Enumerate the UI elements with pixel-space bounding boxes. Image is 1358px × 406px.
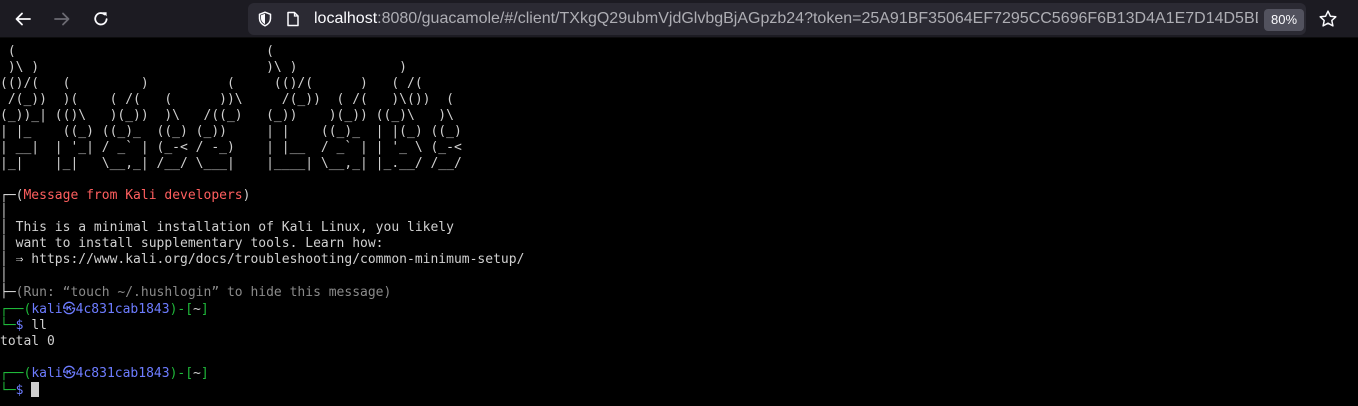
command-text: ll — [31, 318, 47, 333]
terminal-screen[interactable]: ( ( )\ ) )\ ) ) (()/( ( ) ( (()/( ) ( /(… — [0, 38, 1358, 406]
ascii-art-line: |_| |_| \__,_| /__/ \___| |____| \__,_| … — [0, 156, 462, 171]
ascii-art-line: ( ( — [0, 44, 274, 59]
prompt-dollar: $ — [15, 318, 24, 333]
prompt-host: 4c831cab1843 — [75, 302, 170, 317]
hushlogin-hint: (Run: “touch ~/.hushlogin” to hide this … — [15, 285, 392, 300]
star-icon[interactable] — [1318, 9, 1338, 29]
message-link[interactable]: ⇒ https://www.kali.org/docs/troubleshoot… — [16, 252, 525, 267]
box-corner-top: ┌─( — [0, 188, 24, 203]
box-side: │ — [0, 236, 8, 251]
shield-icon[interactable] — [257, 11, 273, 27]
box-corner-bottom: └─ — [0, 285, 16, 300]
prompt-line-top: ┌──(kali㉿4c831cab1843)-[~] — [0, 366, 209, 382]
prompt-separator: )-[ — [169, 302, 194, 317]
ascii-art-line: | |_ ((_) ((_)_ ((_) (_)) | | ((_)_ | |(… — [0, 124, 462, 139]
box-side: │ — [0, 220, 8, 235]
message-line: │ ⇒ https://www.kali.org/docs/troublesho… — [0, 252, 524, 268]
back-arrow-icon — [15, 12, 31, 26]
url-bar[interactable]: localhost:8080/guacamole/#/client/TXkgQ2… — [248, 3, 1306, 35]
prompt-at-symbol: ㉿ — [62, 302, 76, 317]
box-side: │ — [0, 204, 8, 219]
ascii-art-line: )\ ) )\ ) ) — [0, 60, 407, 75]
prompt-host: 4c831cab1843 — [75, 366, 170, 381]
prompt-line-top: ┌──(kali㉿4c831cab1843)-[~] — [0, 302, 209, 318]
zoom-level-button[interactable]: 80% — [1264, 9, 1304, 31]
box-paren-close: ) — [242, 188, 251, 203]
prompt-dollar: $ — [15, 383, 24, 398]
message-line: │ This is a minimal installation of Kali… — [0, 220, 454, 236]
url-text[interactable]: localhost:8080/guacamole/#/client/TXkgQ2… — [314, 3, 1258, 35]
page-icon[interactable] — [286, 11, 300, 27]
prompt-user: kali — [31, 366, 63, 381]
box-side: │ — [0, 252, 8, 267]
back-button[interactable] — [8, 5, 38, 33]
prompt-user: kali — [31, 302, 63, 317]
ascii-art-line: | __| | '_| / _` | (_-< / -_) | |__ / _`… — [0, 140, 462, 155]
prompt-corner-bottom: └─ — [0, 383, 16, 398]
command-output: total 0 — [0, 334, 55, 349]
message-line: │ want to install supplementary tools. L… — [0, 236, 384, 252]
terminal-cursor[interactable] — [31, 382, 40, 397]
message-text: This is a minimal installation of Kali L… — [15, 220, 454, 235]
url-path: :8080/guacamole/#/client/TXkgQ29ubmVjdGl… — [377, 10, 1258, 27]
prompt-bracket-end: ] — [200, 302, 209, 317]
forward-arrow-icon — [54, 12, 70, 26]
prompt-line-bottom: └─$ — [0, 382, 40, 398]
message-title: Message from Kali developers — [23, 188, 243, 203]
prompt-path: ~ — [193, 366, 201, 381]
message-footer: └─(Run: “touch ~/.hushlogin” to hide thi… — [0, 285, 391, 301]
message-header: ┌─(Message from Kali developers) — [0, 188, 250, 204]
ascii-art-line: (()/( ( ) ( (()/( ) ( /( — [0, 76, 423, 91]
prompt-corner-bottom: └─ — [0, 318, 16, 333]
prompt-corner: ┌──( — [0, 302, 32, 317]
ascii-art-line: (_))_| (()\ )(_)) )\ /((_) (_)) )(_)) ((… — [0, 108, 454, 123]
prompt-at-symbol: ㉿ — [62, 366, 76, 381]
reload-icon — [94, 12, 108, 26]
ascii-art-line: /(_)) )( ( /( ( ))\ /(_)) ( /( )\()) ( — [0, 92, 454, 107]
url-host: localhost — [314, 10, 378, 27]
prompt-separator: )-[ — [169, 366, 194, 381]
box-side: │ — [0, 268, 8, 283]
browser-toolbar: localhost:8080/guacamole/#/client/TXkgQ2… — [0, 0, 1358, 38]
message-text: want to install supplementary tools. Lea… — [15, 236, 384, 251]
reload-button[interactable] — [86, 5, 116, 33]
forward-button[interactable] — [47, 5, 77, 33]
prompt-corner: ┌──( — [0, 366, 32, 381]
prompt-bracket-end: ] — [200, 366, 209, 381]
prompt-path: ~ — [193, 302, 201, 317]
prompt-line-bottom: └─$ ll — [0, 318, 47, 334]
